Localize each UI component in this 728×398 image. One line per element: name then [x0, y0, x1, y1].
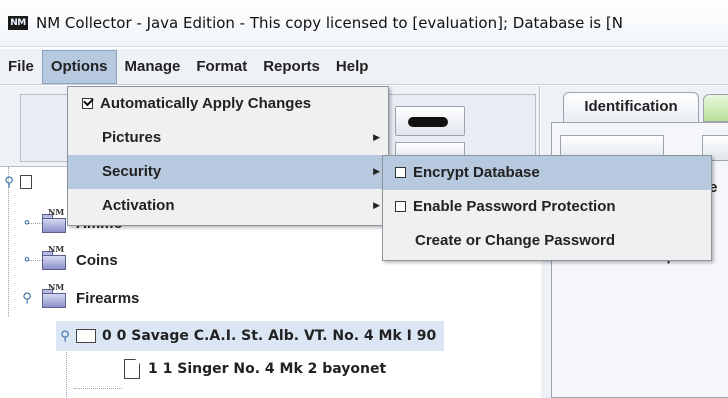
- checkbox-icon: [395, 167, 406, 178]
- menu-format[interactable]: Format: [188, 50, 255, 84]
- window-title: NM Collector - Java Edition - This copy …: [36, 14, 623, 32]
- submenu-arrow-icon: ▶: [373, 167, 380, 177]
- menu-item-pictures[interactable]: Pictures ▶: [68, 121, 388, 155]
- tab-identification[interactable]: Identification: [563, 92, 699, 122]
- nm-folder-icon: NM: [40, 282, 68, 309]
- menu-item-security[interactable]: Security ▶: [68, 155, 388, 189]
- menu-item-enable-password[interactable]: Enable Password Protection: [383, 190, 711, 224]
- app-icon: NM: [8, 16, 28, 30]
- tab-green[interactable]: [703, 94, 728, 122]
- tree-connector: [74, 388, 122, 389]
- nm-folder-icon: NM: [40, 244, 68, 271]
- menu-manage[interactable]: Manage: [117, 50, 189, 84]
- tree-item[interactable]: ⚲ NM Firearms: [18, 282, 140, 313]
- menu-item-activation[interactable]: Activation ▶: [68, 189, 388, 223]
- checkbox-checked-icon: [82, 98, 93, 109]
- menu-bar: File Options Manage Format Reports Help: [0, 49, 728, 85]
- options-menu: Automatically Apply Changes Pictures ▶ S…: [67, 86, 389, 226]
- collapse-handle-icon[interactable]: ⚲: [0, 175, 18, 190]
- menu-item-auto-apply[interactable]: Automatically Apply Changes: [68, 87, 388, 121]
- title-bar: NM NM Collector - Java Edition - This co…: [0, 0, 728, 47]
- record-icon: [76, 329, 96, 343]
- tree-item-label: Firearms: [76, 289, 140, 307]
- tree-item-label: Coins: [76, 251, 118, 269]
- tree-item[interactable]: ⚬ NM Coins: [18, 244, 118, 275]
- menu-file[interactable]: File: [0, 50, 42, 84]
- document-icon: [124, 359, 140, 379]
- menu-options[interactable]: Options: [41, 49, 117, 84]
- expand-handle-icon[interactable]: ⚬: [18, 216, 36, 231]
- tree-item-selected[interactable]: ⚲ 0 0 Savage C.A.I. St. Alb. VT. No. 4 M…: [56, 321, 445, 351]
- submenu-arrow-icon: ▶: [373, 201, 380, 211]
- tree-item-label: 0 0 Savage C.A.I. St. Alb. VT. No. 4 Mk …: [102, 328, 437, 344]
- toolbar-button[interactable]: [395, 106, 465, 136]
- pill-icon: [408, 117, 448, 127]
- submenu-arrow-icon: ▶: [373, 133, 380, 143]
- tree-item[interactable]: 1 1 Singer No. 4 Mk 2 bayonet: [122, 354, 386, 384]
- expand-handle-icon[interactable]: ⚬: [18, 253, 36, 268]
- menu-item-change-password[interactable]: Create or Change Password: [383, 224, 711, 258]
- security-submenu: Encrypt Database Enable Password Protect…: [382, 155, 712, 261]
- menu-reports[interactable]: Reports: [255, 50, 328, 84]
- menu-item-encrypt-database[interactable]: Encrypt Database: [383, 156, 711, 190]
- collapse-handle-icon[interactable]: ⚲: [18, 291, 36, 306]
- menu-help[interactable]: Help: [328, 50, 377, 84]
- tree-item-label: 1 1 Singer No. 4 Mk 2 bayonet: [148, 361, 387, 377]
- collapse-handle-icon[interactable]: ⚲: [56, 329, 74, 344]
- nm-folder-icon: NM: [40, 207, 68, 234]
- tree-root[interactable]: ⚲: [0, 167, 38, 197]
- checkbox-icon: [395, 201, 406, 212]
- folder-icon: [20, 175, 32, 189]
